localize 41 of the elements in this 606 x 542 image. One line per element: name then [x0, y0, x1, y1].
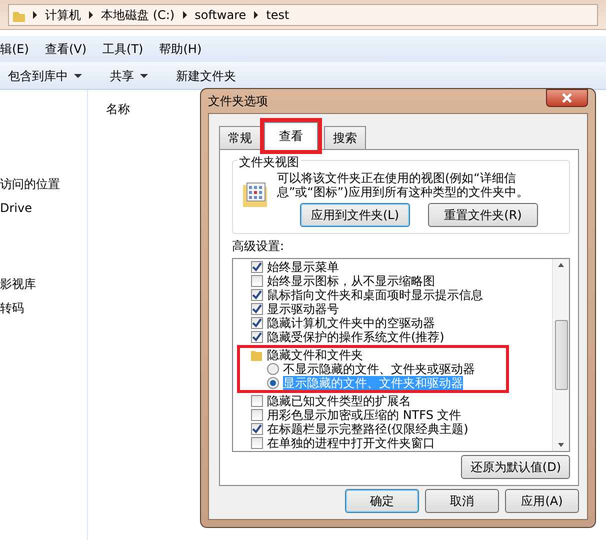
nav-item[interactable]: 访问的位置	[0, 175, 87, 193]
setting-label[interactable]: 始终显示菜单	[267, 260, 339, 274]
nav-item[interactable]: 影视库	[0, 275, 87, 293]
nav-item[interactable]: 转码	[0, 299, 87, 317]
breadcrumb[interactable]: 计算机	[45, 6, 81, 24]
toolbar-button[interactable]: 包含到库中	[8, 66, 68, 84]
tab[interactable]: 常规	[219, 126, 261, 149]
section-label: 高级设置:	[232, 238, 286, 255]
setting-label[interactable]: 隐藏已知文件类型的扩展名	[267, 394, 411, 408]
tab[interactable]: 搜索	[324, 126, 366, 149]
setting-label[interactable]: 始终显示图标，从不显示缩略图	[267, 274, 435, 288]
address-bar[interactable]: 计算机 本地磁盘 (C:) software test	[8, 4, 598, 26]
column-header[interactable]: 名称	[106, 102, 130, 116]
setting-label[interactable]: 在单独的进程中打开文件夹窗口	[267, 436, 435, 450]
menu-item[interactable]: 帮助(H)	[159, 40, 202, 58]
setting-label[interactable]: 用彩色显示加密或压缩的 NTFS 文件	[267, 408, 462, 422]
group-label: 文件夹视图	[237, 155, 301, 169]
toolbar-button[interactable]: 新建文件夹	[176, 66, 236, 84]
toolbar-button[interactable]: 共享	[110, 66, 134, 84]
window-title: 文件夹选项	[208, 93, 268, 110]
menu-item[interactable]: 查看(V)	[44, 40, 87, 58]
menu-item[interactable]: 工具(T)	[102, 40, 144, 58]
breadcrumb[interactable]: 本地磁盘 (C:)	[101, 6, 175, 24]
setting-label[interactable]: 隐藏计算机文件夹中的空驱动器	[267, 316, 435, 330]
dialog-button[interactable]: 确定	[345, 488, 419, 513]
apply-button[interactable]: 应用到文件夹(L)	[300, 202, 410, 227]
breadcrumb[interactable]: software	[194, 6, 246, 24]
description-text: 可以将该文件夹正在使用的视图(例如“详细信息”或“图标”)应用到所有这种类型的文件夹中。	[277, 171, 530, 200]
setting-label[interactable]: 在标题栏显示完整路径(仅限经典主题)	[267, 422, 468, 436]
setting-label[interactable]: 不显示隐藏的文件、文件夹或驱动器	[283, 362, 475, 376]
nav-item[interactable]: Drive	[0, 199, 87, 217]
setting-label[interactable]: 鼠标指向文件夹和桌面项时显示提示信息	[267, 288, 483, 302]
reset-button[interactable]: 重置文件夹(R)	[428, 202, 538, 227]
menu-item[interactable]: 辑(E)	[0, 40, 29, 58]
setting-label[interactable]: 显示驱动器号	[267, 302, 339, 316]
breadcrumb[interactable]: test	[266, 6, 290, 24]
dialog-button[interactable]: 应用(A)	[505, 488, 579, 513]
setting-label[interactable]: 隐藏受保护的操作系统文件(推荐)	[267, 330, 444, 344]
setting-group-label: 隐藏文件和文件夹	[267, 348, 363, 362]
dialog-button[interactable]: 取消	[425, 488, 499, 513]
restore-defaults-button[interactable]: 还原为默认值(D)	[461, 454, 570, 479]
